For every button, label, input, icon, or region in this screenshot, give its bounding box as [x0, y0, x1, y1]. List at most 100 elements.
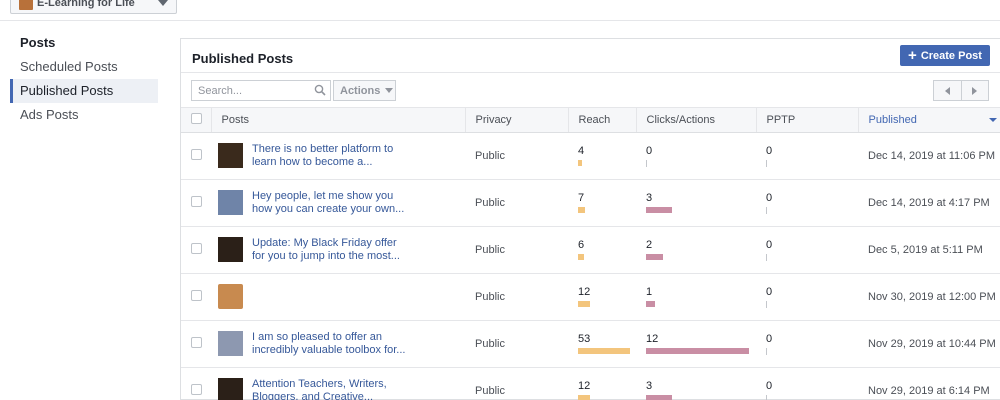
- reach-bar: [578, 301, 590, 307]
- reach-cell: 4: [568, 132, 636, 180]
- row-checkbox[interactable]: [191, 336, 202, 348]
- pptp-bar: [766, 159, 767, 167]
- actions-dropdown[interactable]: Actions: [333, 80, 396, 101]
- chevron-down-icon: [158, 0, 168, 6]
- clicks-cell: 12: [636, 320, 756, 368]
- post-text-link[interactable]: I am so pleased to offer an incredibly v…: [252, 331, 412, 357]
- privacy-cell: Public: [465, 367, 568, 400]
- clicks-bar: [646, 254, 663, 260]
- published-header-label: Published: [868, 113, 917, 126]
- search-icon[interactable]: [314, 84, 326, 96]
- pptp-value: 0: [766, 332, 773, 345]
- row-checkbox[interactable]: [191, 383, 202, 395]
- post-cell: [211, 273, 465, 321]
- pptp-bar: [766, 253, 767, 261]
- post-text-link[interactable]: Update: My Black Friday offer for you to…: [252, 237, 412, 263]
- clicks-bar: [646, 348, 749, 354]
- table-row[interactable]: Hey people, let me show you how you can …: [181, 179, 1000, 227]
- chevron-down-icon: [385, 88, 394, 93]
- table-row[interactable]: I am so pleased to offer an incredibly v…: [181, 320, 1000, 368]
- pptp-cell: 0: [756, 367, 858, 400]
- published-date-cell: Nov 29, 2019 at 6:14 PM: [858, 367, 1000, 400]
- published-date-cell: Nov 29, 2019 at 10:44 PM: [858, 320, 1000, 368]
- post-text-link[interactable]: There is no better platform to learn how…: [252, 143, 412, 169]
- pptp-cell: 0: [756, 273, 858, 321]
- row-select-cell: [181, 132, 211, 180]
- pager: [933, 80, 989, 101]
- published-posts-panel: Published Posts + Create Post Actions: [180, 38, 1000, 400]
- table-row[interactable]: Attention Teachers, Writers, Bloggers, a…: [181, 367, 1000, 400]
- table-row[interactable]: There is no better platform to learn how…: [181, 132, 1000, 180]
- column-header-published[interactable]: Published: [858, 108, 1000, 133]
- create-post-button[interactable]: + Create Post: [900, 45, 990, 66]
- row-checkbox[interactable]: [191, 195, 202, 207]
- table-row[interactable]: Update: My Black Friday offer for you to…: [181, 226, 1000, 274]
- select-all-checkbox[interactable]: [191, 112, 202, 124]
- reach-cell: 6: [568, 226, 636, 274]
- search-box[interactable]: [191, 80, 331, 101]
- reach-bar: [578, 207, 585, 213]
- pptp-value: 0: [766, 285, 773, 298]
- row-checkbox[interactable]: [191, 289, 202, 301]
- row-select-cell: [181, 273, 211, 321]
- clicks-cell: 2: [636, 226, 756, 274]
- top-bar: E-Learning for Life: [0, 0, 1000, 21]
- post-thumbnail[interactable]: [218, 237, 243, 262]
- column-header-privacy[interactable]: Privacy: [465, 108, 569, 133]
- clicks-cell: 1: [636, 273, 756, 321]
- published-date-cell: Dec 5, 2019 at 5:11 PM: [858, 226, 1000, 274]
- pptp-cell: 0: [756, 320, 858, 368]
- next-page-button[interactable]: [960, 81, 989, 100]
- post-thumbnail[interactable]: [218, 190, 243, 215]
- sidebar-heading: Posts: [20, 35, 56, 50]
- sidebar-item-published-posts[interactable]: Published Posts: [10, 79, 158, 103]
- post-cell: Update: My Black Friday offer for you to…: [211, 226, 465, 274]
- published-date-cell: Dec 14, 2019 at 4:17 PM: [858, 179, 1000, 227]
- sidebar-item-scheduled-posts[interactable]: Scheduled Posts: [10, 55, 158, 79]
- post-text-link[interactable]: Hey people, let me show you how you can …: [252, 190, 412, 216]
- clicks-bar: [646, 395, 672, 400]
- row-checkbox[interactable]: [191, 242, 202, 254]
- post-thumbnail[interactable]: [218, 284, 243, 309]
- privacy-cell: Public: [465, 179, 568, 227]
- column-header-posts[interactable]: Posts: [211, 108, 466, 133]
- row-checkbox[interactable]: [191, 148, 202, 160]
- post-thumbnail[interactable]: [218, 143, 243, 168]
- column-header-pptp[interactable]: PPTP: [756, 108, 859, 133]
- clicks-value: 12: [646, 333, 659, 345]
- pptp-value: 0: [766, 379, 773, 392]
- column-header-clicks-actions[interactable]: Clicks/Actions: [636, 108, 757, 133]
- reach-value: 7: [578, 192, 585, 204]
- reach-value: 4: [578, 145, 585, 157]
- reach-value: 53: [578, 333, 591, 345]
- clicks-bar: [646, 159, 647, 167]
- panel-title: Published Posts: [192, 51, 294, 66]
- row-select-cell: [181, 179, 211, 227]
- post-cell: I am so pleased to offer an incredibly v…: [211, 320, 465, 368]
- post-cell: Attention Teachers, Writers, Bloggers, a…: [211, 367, 465, 400]
- table-row[interactable]: Public 12 1 0 Nov 30, 2019 at 12:00 PM: [181, 273, 1000, 321]
- clicks-value: 0: [646, 144, 653, 157]
- clicks-value: 2: [646, 239, 653, 251]
- post-thumbnail[interactable]: [218, 378, 243, 400]
- chevron-left-icon: [944, 86, 950, 95]
- page-selector[interactable]: E-Learning for Life: [10, 0, 177, 14]
- clicks-cell: 3: [636, 179, 756, 227]
- reach-value: 12: [578, 286, 591, 298]
- column-header-reach[interactable]: Reach: [568, 108, 637, 133]
- sidebar-item-ads-posts[interactable]: Ads Posts: [10, 103, 158, 127]
- privacy-cell: Public: [465, 273, 568, 321]
- search-input[interactable]: [192, 81, 302, 100]
- actions-label: Actions: [340, 84, 381, 97]
- pptp-bar: [766, 206, 767, 214]
- post-cell: There is no better platform to learn how…: [211, 132, 465, 180]
- post-thumbnail[interactable]: [218, 331, 243, 356]
- reach-bar: [578, 160, 582, 166]
- clicks-cell: 0: [636, 132, 756, 180]
- previous-page-button[interactable]: [934, 81, 961, 100]
- reach-bar: [578, 254, 584, 260]
- privacy-cell: Public: [465, 320, 568, 368]
- clicks-cell: 3: [636, 367, 756, 400]
- post-text-link[interactable]: Attention Teachers, Writers, Bloggers, a…: [252, 378, 412, 400]
- toolbar: Actions: [181, 73, 1000, 108]
